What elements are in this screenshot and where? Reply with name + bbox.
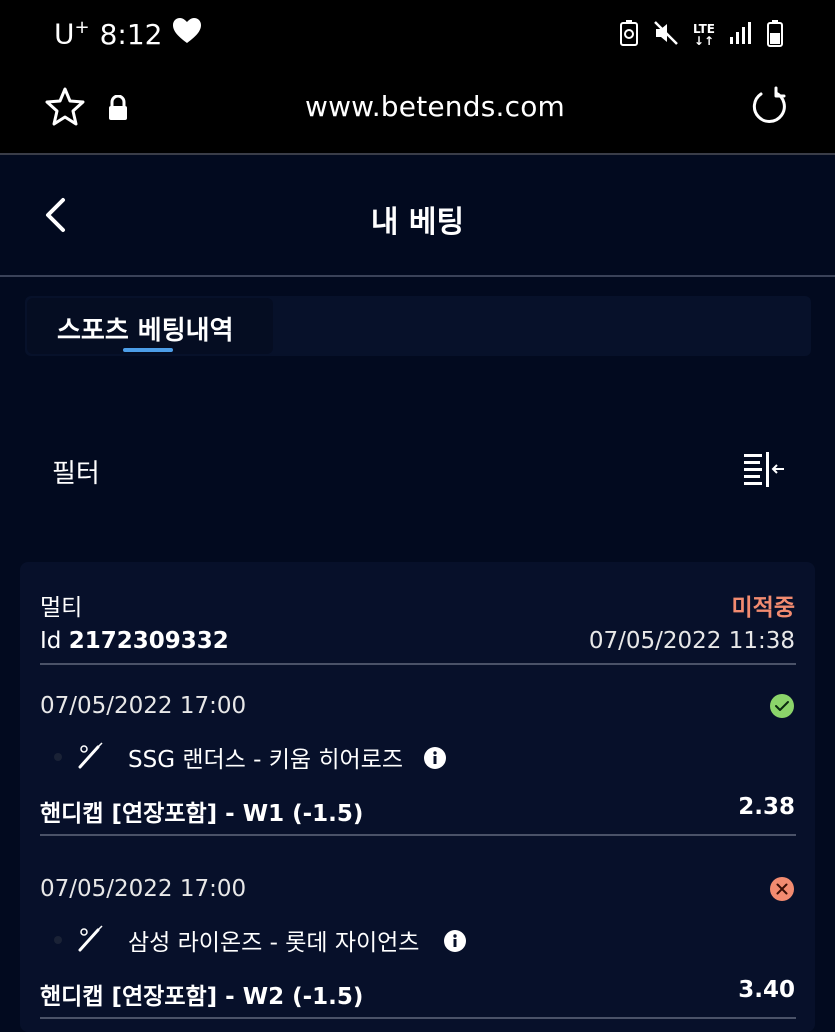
- filter-label[interactable]: 필터: [52, 453, 100, 490]
- battery-icon: [767, 19, 783, 51]
- battery-saver-icon: [619, 19, 639, 51]
- status-dot: [54, 936, 62, 944]
- divider: [40, 1017, 796, 1019]
- tab-bar: 스포츠 베팅내역: [25, 296, 811, 356]
- lte-icon: LTE ↓↑: [692, 22, 715, 48]
- baseball-icon: [76, 924, 106, 958]
- divider: [40, 834, 796, 836]
- selection-odds: 3.40: [738, 977, 795, 1003]
- active-tab-indicator: [123, 348, 173, 352]
- url-text[interactable]: www.betends.com: [0, 90, 835, 123]
- clock: 8:12: [99, 17, 163, 51]
- heart-icon: [172, 17, 202, 52]
- tab-sports-bet-history[interactable]: 스포츠 베팅내역: [27, 298, 273, 354]
- signal-icon: [729, 21, 753, 49]
- selection-odds: 2.38: [738, 794, 795, 820]
- bet-type: 멀티: [40, 595, 83, 621]
- carrier-label: U+: [54, 17, 90, 51]
- selection-market: 핸디캡 [연장포함] - W2 (-1.5): [40, 984, 364, 1010]
- reload-icon[interactable]: [749, 86, 791, 132]
- info-icon[interactable]: [444, 930, 466, 956]
- page-title: 내 베팅: [370, 205, 465, 240]
- bet-card[interactable]: 멀티 미적중 Id 2172309332 07/05/2022 11:38 07…: [20, 562, 815, 1032]
- status-bar: U+ 8:12 LTE ↓↑: [0, 0, 835, 70]
- won-check-icon: [769, 693, 795, 723]
- filter-toggle-icon[interactable]: [742, 450, 786, 492]
- bet-status-badge: 미적중: [731, 595, 795, 621]
- selection-time: 07/05/2022 17:00: [40, 693, 247, 719]
- bet-id: Id 2172309332: [40, 628, 229, 654]
- divider: [40, 663, 796, 665]
- selection-match: 삼성 라이온즈 - 롯데 자이언츠: [128, 930, 420, 956]
- selection-time: 07/05/2022 17:00: [40, 876, 247, 902]
- selection-market: 핸디캡 [연장포함] - W1 (-1.5): [40, 801, 364, 827]
- browser-url-bar: www.betends.com: [0, 70, 835, 155]
- bet-placed-date: 07/05/2022 11:38: [588, 628, 795, 654]
- status-dot: [54, 753, 62, 761]
- lost-x-icon: [769, 876, 795, 906]
- baseball-icon: [76, 741, 106, 775]
- info-icon[interactable]: [424, 747, 446, 773]
- tab-label: 스포츠 베팅내역: [57, 316, 234, 346]
- mute-icon: [653, 20, 679, 50]
- selection-match: SSG 랜더스 - 키움 히어로즈: [128, 747, 404, 773]
- page-header: 내 베팅: [0, 155, 835, 277]
